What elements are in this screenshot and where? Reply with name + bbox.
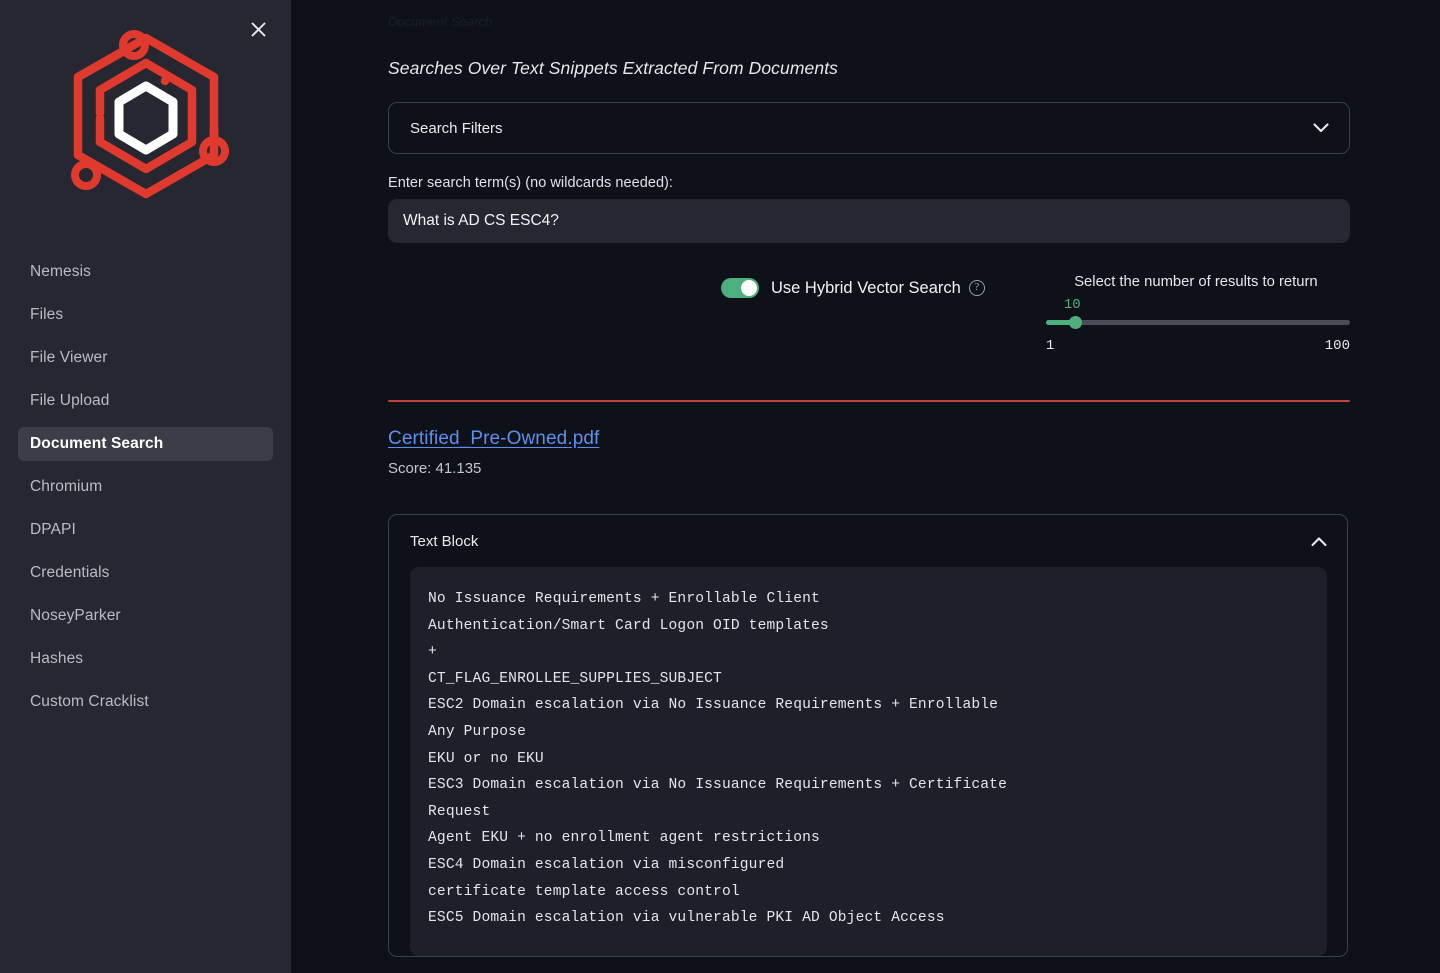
results-slider-min: 1 <box>1045 338 1055 354</box>
result-file-link[interactable]: Certified_Pre-Owned.pdf <box>388 428 599 450</box>
sidebar-item-nemesis[interactable]: Nemesis <box>18 255 273 289</box>
results-divider <box>388 400 1350 402</box>
sidebar-item-label: Nemesis <box>30 263 91 280</box>
page-title: Document Search <box>388 14 493 29</box>
sidebar-item-files[interactable]: Files <box>18 298 273 332</box>
sidebar-item-noseyparker[interactable]: NoseyParker <box>18 599 273 633</box>
chevron-up-icon[interactable] <box>1311 536 1327 547</box>
text-block-title: Text Block <box>410 533 479 550</box>
main-content: Document Search Searches Over Text Snipp… <box>291 0 1440 973</box>
results-slider-group: Select the number of results to return 1… <box>1045 274 1350 354</box>
page-subtitle: Searches Over Text Snippets Extracted Fr… <box>388 58 839 78</box>
sidebar-item-label: Credentials <box>30 564 110 581</box>
hybrid-vector-search-label: Use Hybrid Vector Search <box>771 278 961 297</box>
sidebar-item-custom-cracklist[interactable]: Custom Cracklist <box>18 685 273 719</box>
sidebar-item-label: Chromium <box>30 478 103 495</box>
sidebar-item-label: NoseyParker <box>30 607 121 624</box>
hybrid-vector-search-group: Use Hybrid Vector Search ? <box>721 274 985 302</box>
results-slider-max: 100 <box>1324 338 1350 354</box>
results-slider-title: Select the number of results to return <box>1074 274 1318 290</box>
sidebar-item-credentials[interactable]: Credentials <box>18 556 273 590</box>
search-input-label: Enter search term(s) (no wildcards neede… <box>388 175 674 191</box>
sidebar-item-file-viewer[interactable]: File Viewer <box>18 341 273 375</box>
sidebar-item-chromium[interactable]: Chromium <box>18 470 273 504</box>
sidebar-item-label: File Upload <box>30 392 110 409</box>
controls-row: Use Hybrid Vector Search ? Select the nu… <box>388 274 1350 354</box>
sidebar-item-label: Document Search <box>30 435 164 452</box>
sidebar-item-dpapi[interactable]: DPAPI <box>18 513 273 547</box>
results-slider-range: 1 100 <box>1046 338 1350 354</box>
text-block-content: No Issuance Requirements + Enrollable Cl… <box>410 567 1327 956</box>
sidebar-nav: Nemesis Files File Viewer File Upload Do… <box>0 247 291 719</box>
search-input[interactable] <box>388 199 1350 243</box>
sidebar-item-label: Hashes <box>30 650 84 667</box>
search-filters-expander[interactable]: Search Filters <box>388 102 1350 154</box>
chevron-down-icon[interactable] <box>1313 123 1329 133</box>
results-slider-thumb[interactable] <box>1068 316 1082 329</box>
result-score: Score: 41.135 <box>388 460 482 477</box>
text-block-header[interactable]: Text Block <box>410 533 1327 567</box>
sidebar-item-hashes[interactable]: Hashes <box>18 642 273 676</box>
text-block-card: Text Block No Issuance Requirements + En… <box>388 514 1348 957</box>
search-filters-label: Search Filters <box>410 119 503 137</box>
help-circle-icon[interactable]: ? <box>968 280 985 296</box>
sidebar-item-label: Files <box>30 306 64 323</box>
close-icon[interactable] <box>243 14 273 44</box>
sidebar-item-label: DPAPI <box>30 521 76 538</box>
sidebar-item-label: Custom Cracklist <box>30 693 149 710</box>
sidebar-item-label: File Viewer <box>30 349 108 366</box>
sidebar-item-document-search[interactable]: Document Search <box>18 427 273 461</box>
hybrid-vector-search-toggle[interactable] <box>721 278 759 298</box>
toggle-knob <box>741 280 757 296</box>
sidebar: Nemesis Files File Viewer File Upload Do… <box>0 0 291 973</box>
results-slider-track[interactable] <box>1045 316 1350 329</box>
sidebar-item-file-upload[interactable]: File Upload <box>18 384 273 418</box>
results-slider-value: 10 <box>1063 297 1081 313</box>
app-root: Nemesis Files File Viewer File Upload Do… <box>0 0 1440 973</box>
